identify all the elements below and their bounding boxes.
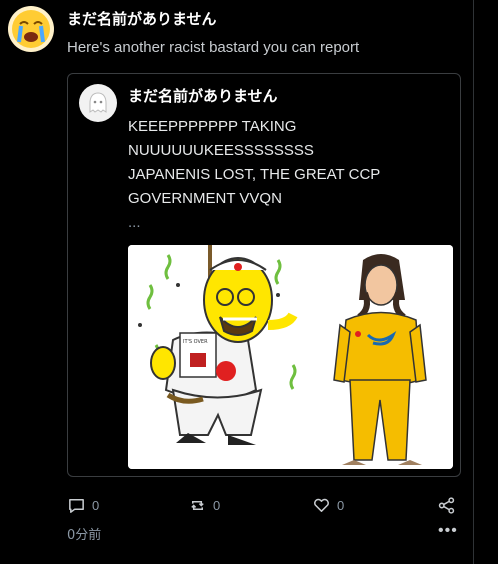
share-icon	[438, 496, 455, 514]
repost-icon	[191, 500, 204, 510]
quoted-ellipsis: ...	[128, 214, 141, 231]
post-actions: 0 0 0	[67, 494, 461, 516]
post-text: Here's another racist bastard you can re…	[67, 39, 360, 56]
reply-count: 0	[92, 497, 100, 513]
more-options-button[interactable]: •••	[438, 522, 458, 540]
share-button[interactable]	[437, 494, 456, 516]
meme-illustration-icon: IT'S OVER	[128, 245, 453, 469]
crying-face-icon	[12, 10, 50, 48]
author-name[interactable]: まだ名前がありません	[67, 8, 217, 29]
quoted-line: JAPANENIS LOST, THE GREAT CCP	[128, 166, 381, 183]
quoted-line: NUUUUUUKEESSSSSSSS	[128, 142, 314, 159]
ghost-avatar-icon	[89, 92, 107, 113]
quoted-post[interactable]: まだ名前がありません KEEEPPPPPPP TAKING NUUUUUUKEE…	[67, 73, 461, 477]
author-avatar[interactable]	[8, 6, 54, 52]
quoted-line: GOVERNMENT VVQN	[128, 190, 282, 207]
quoted-author-avatar[interactable]	[79, 84, 117, 122]
repost-button[interactable]: 0	[188, 494, 220, 516]
meme-sign-text: IT'S OVER	[183, 339, 208, 345]
comment-icon	[69, 498, 84, 513]
repost-count: 0	[213, 497, 221, 513]
quoted-line: KEEEPPPPPPP TAKING	[128, 118, 297, 135]
post-timestamp[interactable]: 0分前	[67, 524, 101, 543]
quoted-author-name[interactable]: まだ名前がありません	[128, 85, 278, 106]
quoted-image[interactable]: IT'S OVER	[128, 245, 453, 469]
reply-button[interactable]: 0	[67, 494, 99, 516]
like-button[interactable]: 0	[312, 494, 344, 516]
column-divider	[473, 0, 474, 564]
quoted-text: KEEEPPPPPPP TAKING NUUUUUUKEESSSSSSSS JA…	[128, 115, 454, 235]
heart-icon	[314, 498, 329, 512]
post-card: まだ名前がありません Here's another racist bastard…	[0, 0, 473, 564]
like-count: 0	[337, 497, 345, 513]
